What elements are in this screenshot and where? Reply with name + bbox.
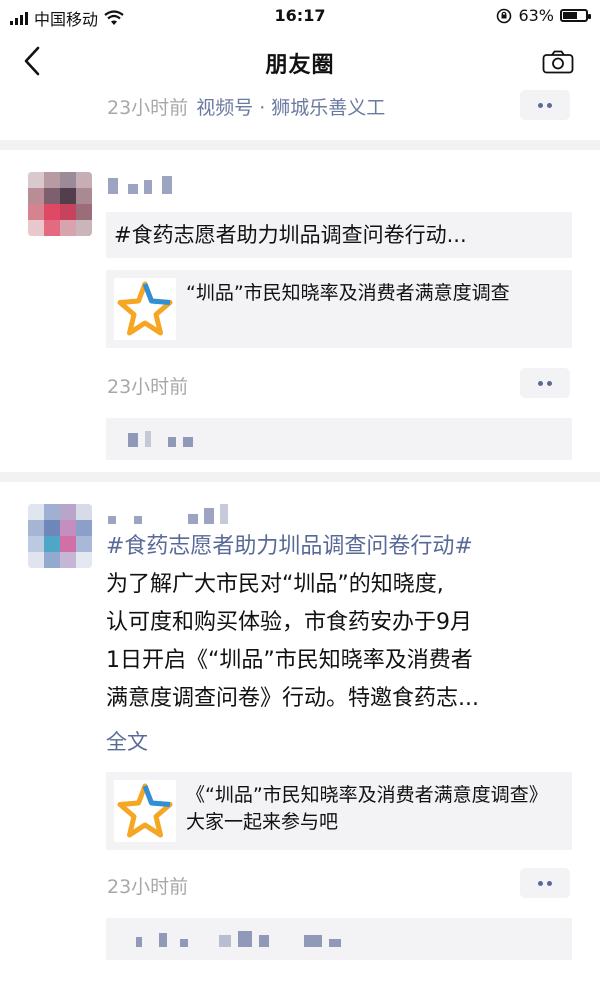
post-body-line: 认可度和购买体验，市食药安办于9月 — [106, 610, 472, 635]
post-body-line: 1日开启《“圳品”市民知晓率及消费者 — [106, 648, 473, 673]
avatar-pixelated-image — [28, 504, 92, 568]
full-text-link[interactable]: 全文 — [106, 726, 148, 756]
shared-link-card[interactable]: “圳品”市民知晓率及消费者满意度调查 — [106, 270, 572, 348]
username-blurred[interactable] — [108, 504, 228, 524]
avatar[interactable] — [28, 504, 92, 568]
shared-link-card[interactable]: 《“圳品”市民知晓率及消费者满意度调查》大家一起来参与吧 — [106, 772, 572, 850]
post-body-line: 为了解广大市民对“圳品”的知晓度, — [106, 572, 444, 597]
battery-icon — [560, 9, 591, 22]
status-bar: 中国移动 16:17 63% — [0, 0, 600, 32]
moments-feed: 23小时前 视频号 · 狮城乐善义工 #食药志愿者助力圳品调查问卷行动... “… — [0, 90, 600, 1002]
shared-topic-box[interactable]: #食药志愿者助力圳品调查问卷行动... — [106, 212, 572, 258]
page-title: 朋友圈 — [265, 53, 335, 78]
post-divider — [0, 472, 600, 482]
post-time: 23小时前 — [107, 97, 189, 119]
post-time: 23小时前 — [107, 876, 189, 898]
star-logo-icon — [117, 281, 173, 336]
avatar-pixelated-image — [28, 172, 92, 236]
shared-topic-text: #食药志愿者助力圳品调查问卷行动... — [114, 223, 467, 247]
card-thumbnail — [114, 278, 176, 340]
post-body-line: 满意度调查问卷》行动。特邀食药志... — [106, 686, 479, 711]
card-title: 《“圳品”市民知晓率及消费者满意度调查》大家一起来参与吧 — [186, 784, 548, 833]
post-time-row: 23小时前 视频号 · 狮城乐善义工 — [107, 93, 385, 120]
camera-icon[interactable] — [542, 50, 574, 74]
likes-names-blurred — [136, 931, 341, 947]
post-time: 23小时前 — [107, 376, 189, 398]
likes-section — [106, 918, 572, 960]
username-blurred[interactable] — [108, 176, 172, 194]
nav-bar: 朋友圈 — [0, 32, 600, 90]
more-actions-button[interactable] — [520, 868, 570, 898]
status-right: 63% — [496, 6, 591, 25]
post-body: #食药志愿者助力圳品调查问卷行动# 为了解广大市民对“圳品”的知晓度, 认可度和… — [106, 528, 576, 718]
orientation-lock-icon — [497, 8, 512, 23]
battery-percent: 63% — [518, 6, 554, 25]
post-source-link[interactable]: 视频号 · 狮城乐善义工 — [196, 97, 385, 119]
likes-names-blurred — [128, 431, 193, 447]
post-item: #食药志愿者助力圳品调查问卷行动# 为了解广大市民对“圳品”的知晓度, 认可度和… — [0, 482, 600, 1002]
avatar[interactable] — [28, 172, 92, 236]
post-item: #食药志愿者助力圳品调查问卷行动... “圳品”市民知晓率及消费者满意度调查 2… — [0, 150, 600, 472]
star-logo-icon — [117, 783, 173, 838]
battery-fill — [563, 12, 577, 19]
card-thumbnail — [114, 780, 176, 842]
post-hashtag-link[interactable]: #食药志愿者助力圳品调查问卷行动# — [106, 528, 576, 566]
likes-section — [106, 418, 572, 460]
more-actions-button[interactable] — [520, 90, 570, 120]
post-divider — [0, 140, 600, 150]
card-title: “圳品”市民知晓率及消费者满意度调查 — [186, 282, 510, 304]
more-actions-button[interactable] — [520, 368, 570, 398]
post-tail: 23小时前 视频号 · 狮城乐善义工 — [0, 90, 600, 130]
